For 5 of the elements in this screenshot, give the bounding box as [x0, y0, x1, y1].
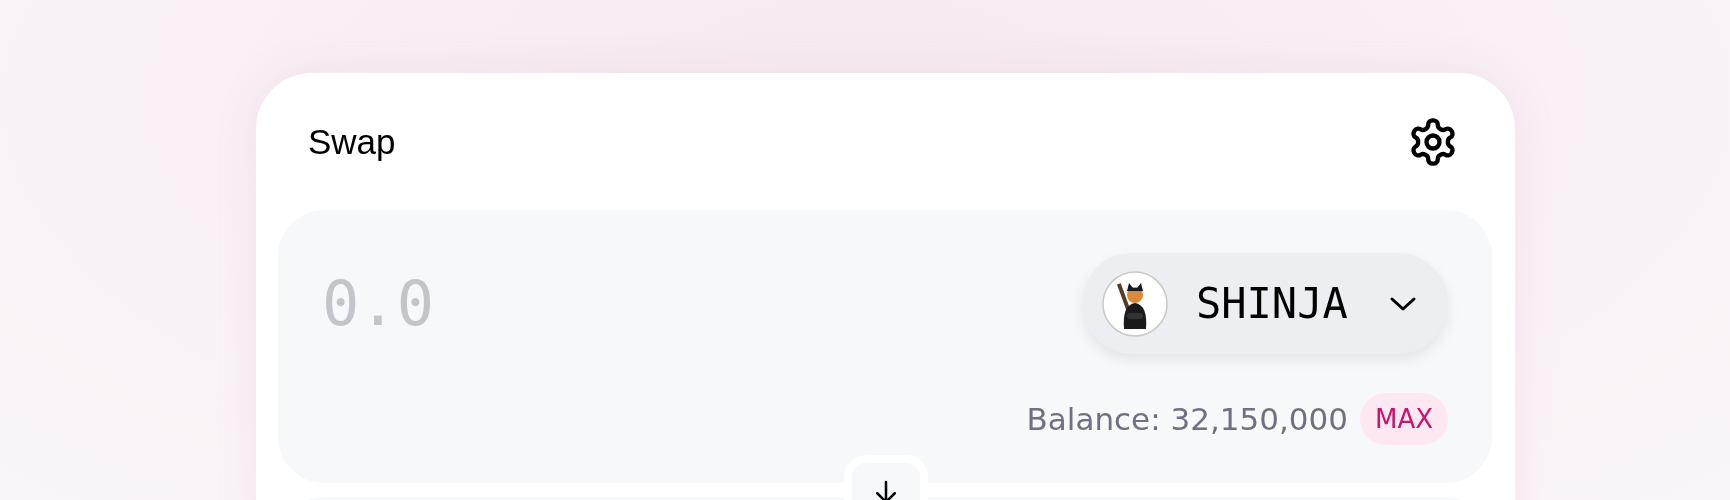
token-symbol: SHINJA: [1195, 279, 1349, 328]
token-select-button[interactable]: SHINJA: [1082, 253, 1448, 354]
max-button[interactable]: MAX: [1359, 393, 1448, 445]
balance-text: Balance: 32,150,000: [1026, 401, 1348, 437]
card-title: Swap: [308, 121, 396, 162]
